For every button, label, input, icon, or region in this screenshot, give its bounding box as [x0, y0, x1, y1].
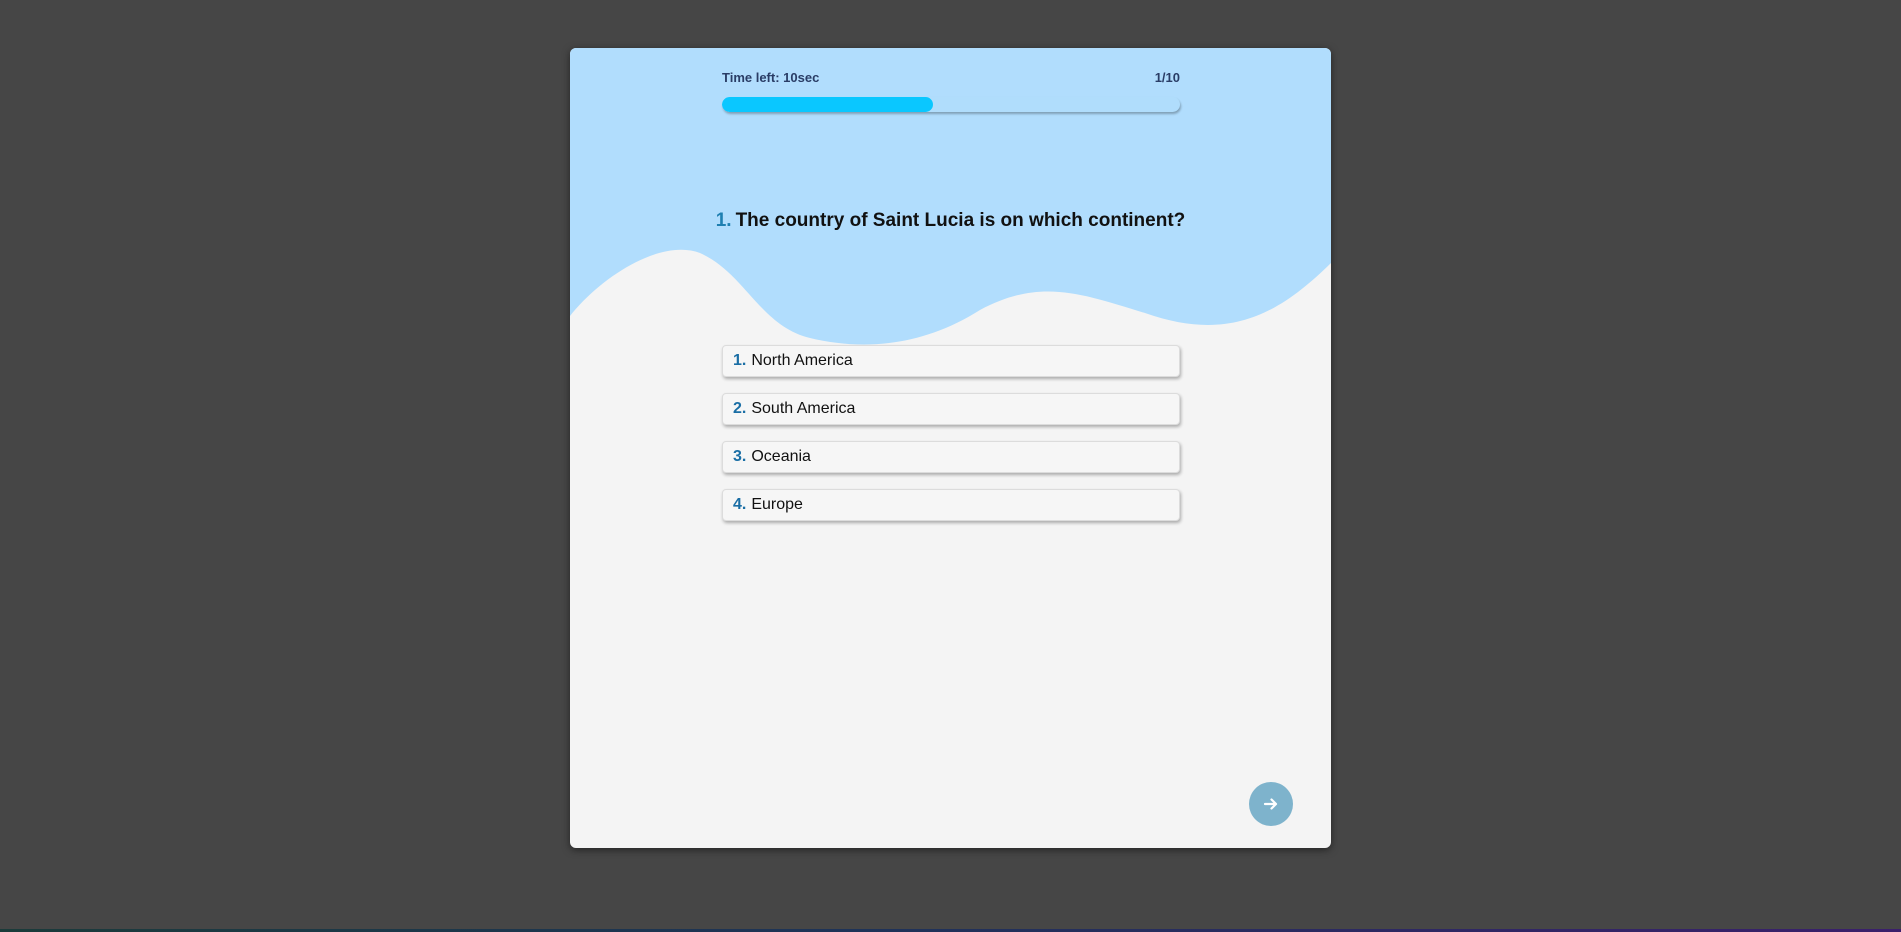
answer-option-4[interactable]: 4. Europe [722, 489, 1180, 521]
time-left-label: Time left: 10sec [722, 70, 820, 85]
question-number: 1. [715, 210, 732, 231]
answer-number: 2. [733, 400, 747, 417]
timer-progress-bar [722, 97, 1180, 112]
answer-text: South America [751, 400, 856, 417]
answer-option-2[interactable]: 2. South America [722, 393, 1180, 425]
question-title: 1. The country of Saint Lucia is on which… [570, 210, 1331, 232]
answer-text: Oceania [751, 448, 811, 465]
answer-text: North America [751, 352, 853, 369]
timer-progress-fill [722, 97, 933, 112]
arrow-right-icon [1263, 798, 1278, 810]
question-text: The country of Saint Lucia is on which c… [735, 210, 1186, 231]
quiz-card: Time left: 10sec 1/10 1. The country of S… [570, 48, 1331, 848]
answer-number: 1. [733, 352, 747, 369]
question-counter: 1/10 [1154, 70, 1180, 85]
answer-text: Europe [751, 496, 803, 513]
answer-list: 1. North America 2. South America 3. Oce… [722, 345, 1180, 537]
next-question-button[interactable] [1249, 782, 1293, 826]
header-wave [570, 48, 1331, 345]
answer-option-3[interactable]: 3. Oceania [722, 441, 1180, 473]
answer-option-1[interactable]: 1. North America [722, 345, 1180, 377]
answer-number: 3. [733, 448, 747, 465]
quiz-header: Time left: 10sec 1/10 [722, 70, 1180, 90]
answer-number: 4. [733, 496, 747, 513]
